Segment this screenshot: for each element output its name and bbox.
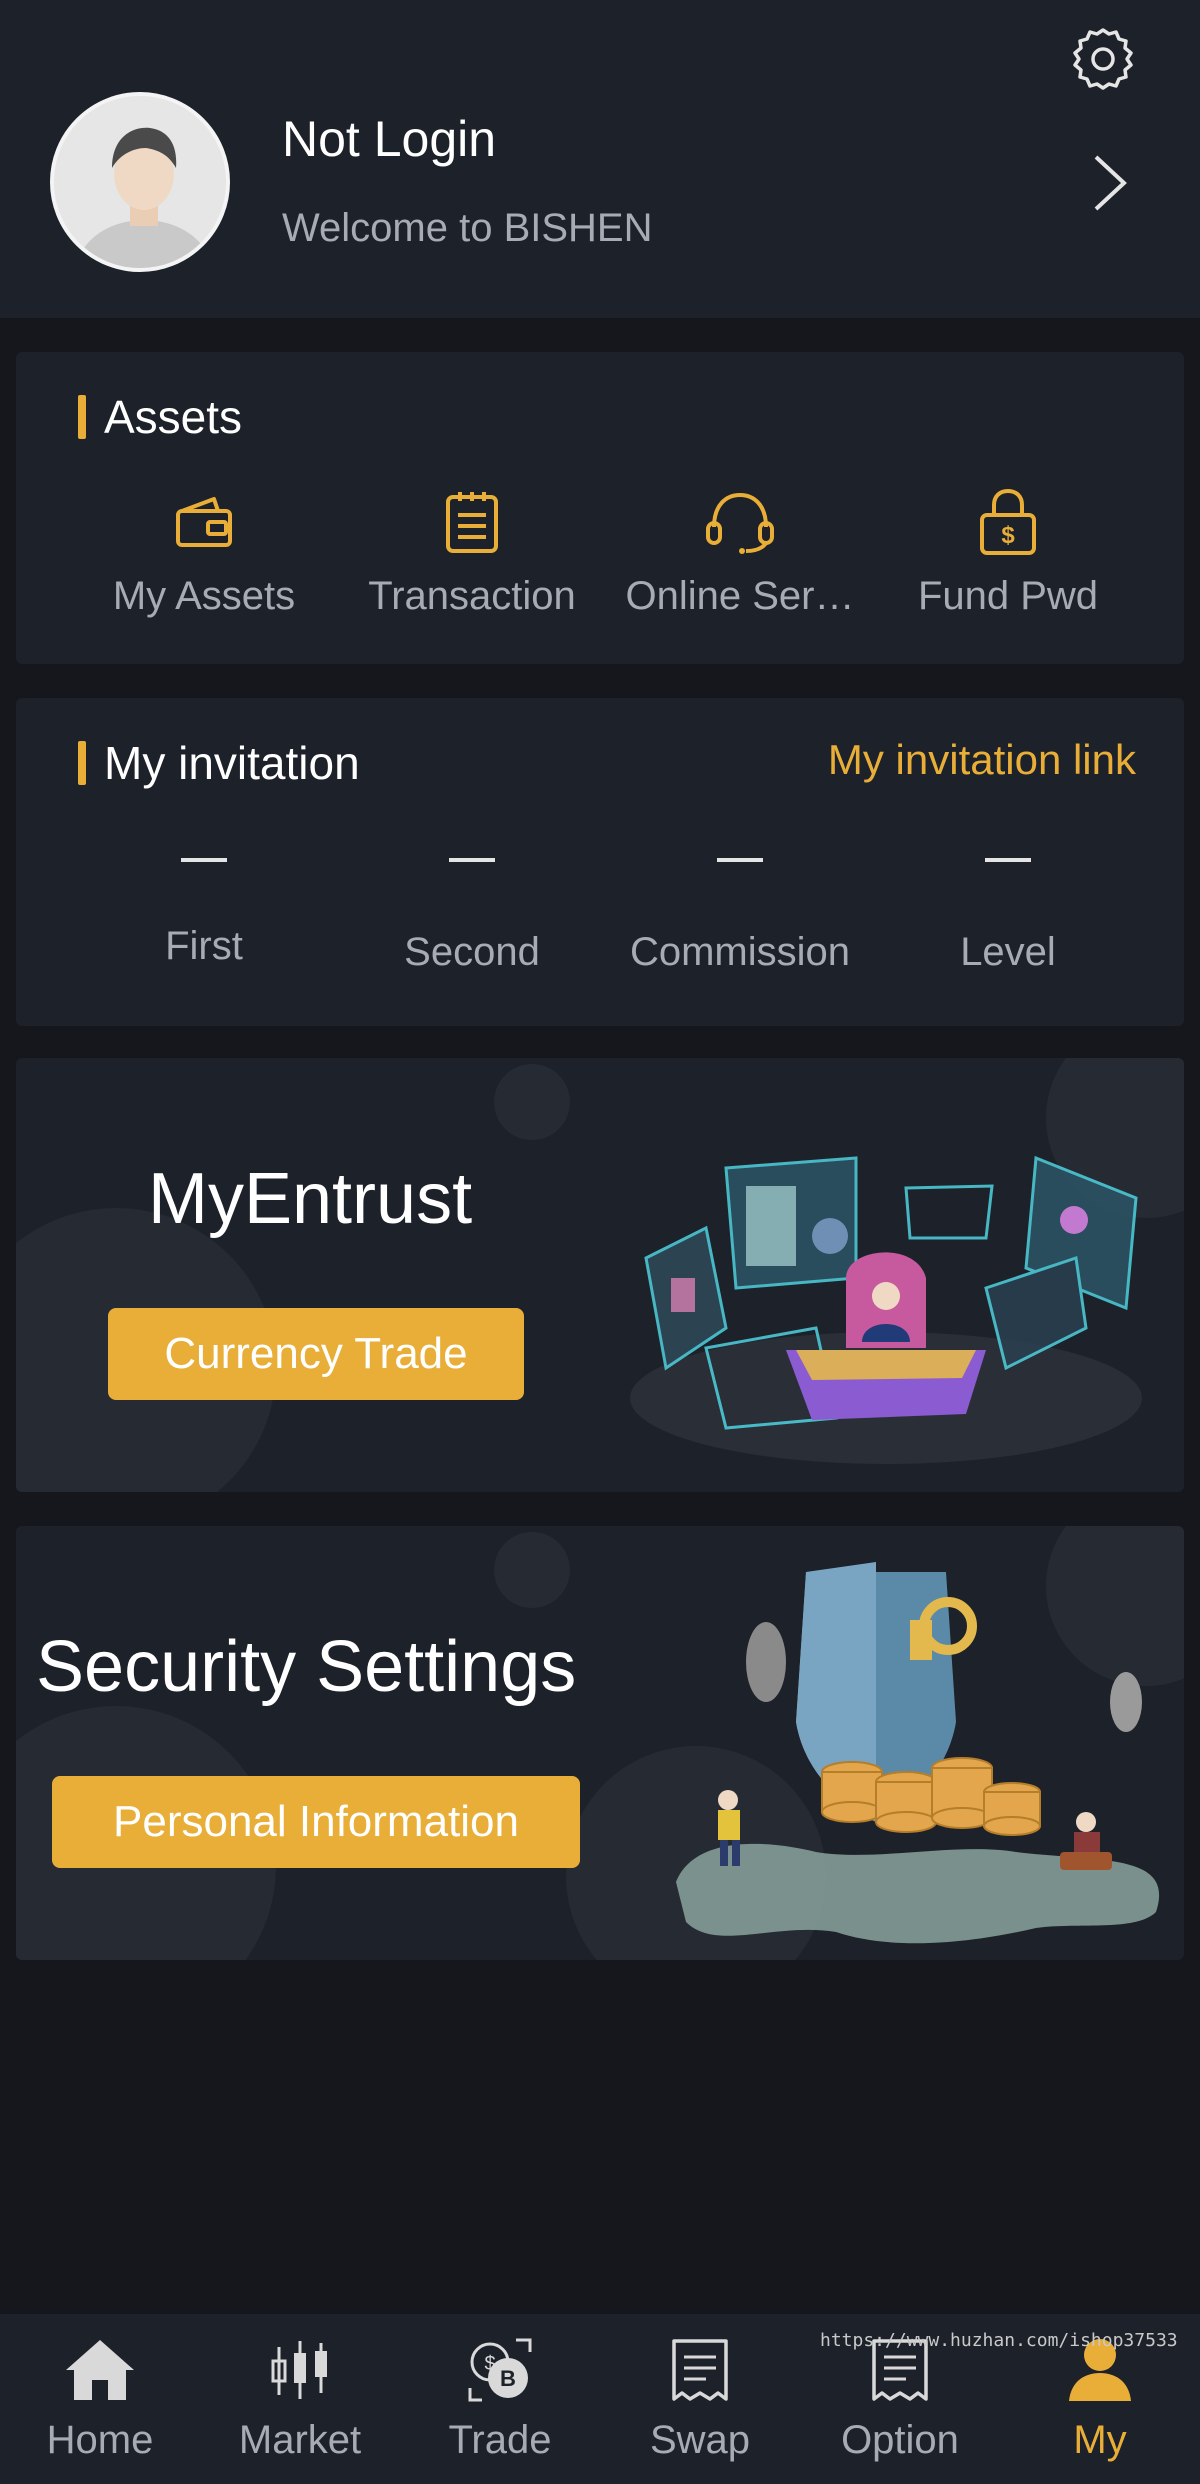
tab-home[interactable]: Home <box>0 2332 200 2463</box>
gear-icon <box>1073 28 1133 90</box>
welcome-text: Welcome to BISHEN <box>282 206 653 250</box>
tab-market[interactable]: Market <box>200 2332 400 2463</box>
avatar[interactable] <box>50 92 230 272</box>
clipboard-list-icon <box>446 492 498 553</box>
fund-password-label: Fund Pwd <box>917 574 1099 618</box>
candlestick-icon <box>271 2341 327 2399</box>
stat-commission: Commission <box>606 838 874 975</box>
security-card[interactable]: Security Settings Personal Information <box>16 1526 1184 1960</box>
stat-level: Level <box>874 838 1142 975</box>
default-user-avatar-icon <box>54 96 226 268</box>
invitation-link[interactable]: My invitation link <box>828 736 1136 784</box>
tab-label: Trade <box>448 2418 552 2462</box>
invitation-title: My invitation <box>104 737 360 789</box>
assets-header: Assets <box>78 390 242 444</box>
stat-first: First <box>70 838 338 969</box>
stat-value <box>338 838 606 882</box>
tab-label: Option <box>841 2418 959 2462</box>
tab-label: My <box>1073 2418 1127 2462</box>
profile-arrow-button[interactable] <box>1080 148 1140 218</box>
bitcoin-exchange-icon: $ B <box>468 2338 532 2402</box>
online-service-button[interactable]: Online Ser… <box>606 484 874 619</box>
tab-option[interactable]: Option <box>800 2332 1000 2463</box>
stat-label: First <box>165 924 243 968</box>
my-assets-button[interactable]: My Assets <box>70 484 338 619</box>
tab-label: Swap <box>649 2418 751 2462</box>
svg-text:B: B <box>500 2366 516 2391</box>
lock-dollar-icon: $ <box>980 488 1036 555</box>
my-assets-label: My Assets <box>112 574 296 618</box>
stat-label: Second <box>404 930 540 974</box>
profile-header[interactable]: Not Login Welcome to BISHEN <box>0 0 1200 318</box>
chevron-right-icon <box>1094 155 1127 211</box>
personal-information-button[interactable]: Personal Information <box>52 1776 580 1868</box>
my-page: Not Login Welcome to BISHEN Assets My As… <box>0 0 1200 2484</box>
stat-second: Second <box>338 838 606 975</box>
assets-title: Assets <box>104 391 243 443</box>
tab-trade[interactable]: $ B Trade <box>400 2332 600 2463</box>
watermark-text: https://www.huzhan.com/ishop37533 <box>820 2330 1178 2351</box>
assets-card: Assets My Assets Transaction Online Ser…… <box>16 352 1184 664</box>
svg-text:$: $ <box>1001 522 1015 549</box>
invitation-header: My invitation <box>78 736 360 790</box>
tab-swap[interactable]: Swap <box>600 2332 800 2463</box>
stat-label: Level <box>960 930 1056 974</box>
stat-value <box>70 838 338 882</box>
accent-bar <box>78 741 86 785</box>
security-shield-illustration <box>676 1562 1160 1944</box>
trading-desk-illustration <box>630 1155 1142 1464</box>
online-service-label: Online Ser… <box>625 574 855 618</box>
decor-bubble <box>494 1064 570 1140</box>
fund-password-button[interactable]: $ Fund Pwd <box>874 484 1142 619</box>
entrust-title: MyEntrust <box>148 1159 473 1239</box>
tab-my[interactable]: My <box>1000 2332 1200 2463</box>
home-icon <box>66 2340 134 2400</box>
stat-value <box>606 838 874 882</box>
currency-trade-button[interactable]: Currency Trade <box>108 1308 524 1400</box>
transaction-label: Transaction <box>368 574 576 618</box>
settings-button[interactable] <box>1068 24 1138 94</box>
invitation-card: My invitation My invitation link First S… <box>16 698 1184 1026</box>
tab-label: Market <box>238 2418 362 2462</box>
tab-label: Home <box>46 2418 154 2462</box>
headset-icon <box>706 492 774 554</box>
accent-bar <box>78 395 86 439</box>
stat-label: Commission <box>629 930 851 974</box>
username: Not Login <box>282 111 497 167</box>
stat-value <box>874 838 1142 882</box>
entrust-card[interactable]: MyEntrust Currency Trade <box>16 1058 1184 1492</box>
transaction-button[interactable]: Transaction <box>338 484 606 619</box>
receipt-icon <box>672 2339 728 2401</box>
security-title: Security Settings <box>36 1627 577 1707</box>
wallet-icon <box>176 497 232 547</box>
decor-bubble <box>494 1532 570 1608</box>
